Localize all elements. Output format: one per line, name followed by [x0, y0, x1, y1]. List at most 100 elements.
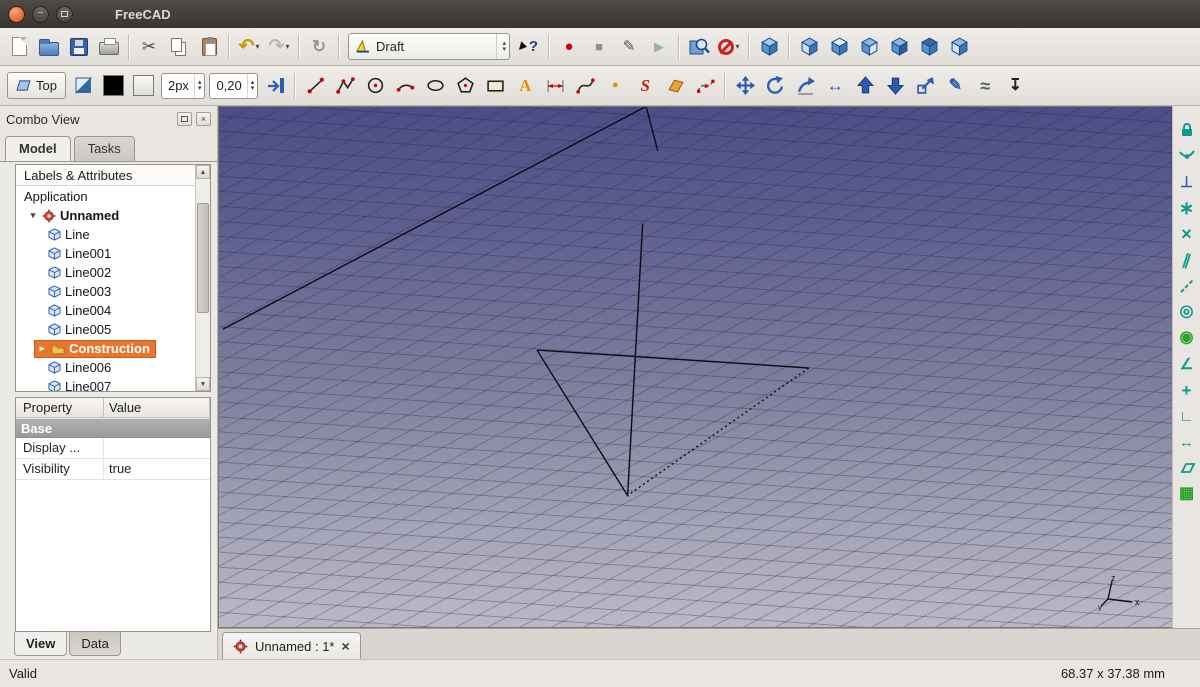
front-view-button[interactable] — [794, 32, 824, 62]
open-document-button[interactable] — [34, 32, 64, 62]
refresh-button[interactable]: ↻ — [304, 32, 334, 62]
snap-intersection-button[interactable]: × — [1175, 222, 1199, 246]
scroll-down-icon[interactable]: ▼ — [196, 377, 210, 391]
save-button[interactable] — [64, 32, 94, 62]
draft-move-button[interactable] — [730, 71, 760, 101]
tree-item-line003[interactable]: Line003 — [16, 282, 210, 301]
minimize-window-button[interactable]: − — [32, 5, 49, 23]
line-color-swatch[interactable] — [99, 71, 129, 101]
tab-tasks[interactable]: Tasks — [73, 136, 135, 161]
draft-wire-to-bspline-button[interactable]: ≈ — [970, 71, 1000, 101]
undo-button[interactable]: ↶ ▾ — [234, 32, 264, 62]
draft-bezier-button[interactable] — [690, 71, 720, 101]
snap-perpendicular-button[interactable]: ⊥ — [1175, 170, 1199, 194]
print-button[interactable] — [94, 32, 124, 62]
draft-text-button[interactable]: A — [510, 71, 540, 101]
draft-downgrade-button[interactable] — [880, 71, 910, 101]
chevron-down-icon[interactable]: ▾ — [285, 42, 289, 51]
spinner-arrows[interactable]: ▴ ▾ — [246, 73, 258, 98]
chevron-down-icon[interactable]: ▾ — [255, 42, 259, 51]
apply-style-button[interactable] — [260, 71, 290, 101]
draft-add-point-button[interactable]: ↧ — [1000, 71, 1030, 101]
rear-view-button[interactable] — [884, 32, 914, 62]
macro-play-button[interactable]: ▶ — [644, 32, 674, 62]
maximize-window-button[interactable] — [56, 5, 73, 23]
tree-item-line005[interactable]: Line005 — [16, 320, 210, 339]
draw-style-button[interactable]: ▾ — [714, 32, 744, 62]
draft-scale-button[interactable] — [910, 71, 940, 101]
tree-item-line002[interactable]: Line002 — [16, 263, 210, 282]
draft-edit-button[interactable]: ✎ — [940, 71, 970, 101]
text-scale-spinner[interactable]: 0,20 ▴ ▾ — [209, 72, 259, 99]
close-window-button[interactable] — [8, 5, 25, 23]
right-view-button[interactable] — [854, 32, 884, 62]
face-color-swatch[interactable] — [129, 71, 159, 101]
working-plane-button[interactable]: Top — [7, 72, 66, 99]
draft-dimension-button[interactable] — [540, 71, 570, 101]
axonometric-view-button[interactable] — [754, 32, 784, 62]
combo-spin-icons[interactable]: ▴ ▾ — [496, 34, 506, 59]
tree-item-application[interactable]: Application — [16, 187, 210, 206]
draft-bspline-button[interactable] — [570, 71, 600, 101]
paste-button[interactable] — [194, 32, 224, 62]
draft-arc-button[interactable] — [390, 71, 420, 101]
cut-button[interactable]: ✂ — [134, 32, 164, 62]
snap-parallel-button[interactable]: ∥ — [1175, 248, 1199, 272]
draft-polygon-button[interactable] — [450, 71, 480, 101]
property-row-display[interactable]: Display ... — [16, 438, 210, 459]
snap-ortho-button[interactable]: ∟ — [1175, 404, 1199, 428]
tree-item-line007[interactable]: Line007 — [16, 377, 210, 391]
float-panel-button[interactable] — [177, 112, 192, 126]
bottom-view-button[interactable] — [914, 32, 944, 62]
property-row-visibility[interactable]: Visibility true — [16, 459, 210, 480]
fit-all-button[interactable] — [684, 32, 714, 62]
draft-shapestring-button[interactable]: S — [630, 71, 660, 101]
workbench-selector[interactable]: Draft ▴ ▾ — [348, 33, 510, 60]
macro-stop-button[interactable]: ■ — [584, 32, 614, 62]
left-view-button[interactable] — [944, 32, 974, 62]
property-group-base[interactable]: Base — [16, 419, 210, 438]
copy-button[interactable] — [164, 32, 194, 62]
tree-item-line[interactable]: Line — [16, 225, 210, 244]
draft-offset-button[interactable] — [790, 71, 820, 101]
snap-near-button[interactable]: + — [1175, 378, 1199, 402]
draft-upgrade-button[interactable] — [850, 71, 880, 101]
draft-rotate-button[interactable] — [760, 71, 790, 101]
draft-circle-button[interactable] — [360, 71, 390, 101]
scroll-up-icon[interactable]: ▲ — [196, 165, 210, 179]
draft-point-button[interactable]: ● — [600, 71, 630, 101]
draft-rectangle-button[interactable] — [480, 71, 510, 101]
line-width-spinner[interactable]: 2px ▴ ▾ — [160, 72, 206, 99]
redo-button[interactable]: ↷ ▾ — [264, 32, 294, 62]
macro-record-button[interactable]: ● — [554, 32, 584, 62]
expander-open-icon[interactable]: ▾ — [28, 210, 38, 221]
snap-lock-button[interactable] — [1175, 118, 1199, 142]
draft-line-button[interactable] — [300, 71, 330, 101]
scrollbar-thumb[interactable] — [197, 203, 209, 313]
tree-item-line004[interactable]: Line004 — [16, 301, 210, 320]
scrollbar-track[interactable] — [196, 179, 210, 377]
draft-ellipse-button[interactable] — [420, 71, 450, 101]
macro-edit-button[interactable]: ✎ — [614, 32, 644, 62]
tree-scrollbar[interactable]: ▲ ▼ — [195, 165, 210, 391]
snap-midpoint-button[interactable] — [1175, 144, 1199, 168]
snap-angle-button[interactable]: ∠ — [1175, 352, 1199, 376]
snap-center-button[interactable]: ◎ — [1175, 300, 1199, 324]
spinner-arrows[interactable]: ▴ ▾ — [193, 73, 205, 98]
tree-item-line006[interactable]: Line006 — [16, 358, 210, 377]
chevron-down-icon[interactable]: ▾ — [735, 42, 739, 51]
tree-item-unnamed[interactable]: ▾ Unnamed — [16, 206, 210, 225]
snap-workingplane-button[interactable] — [1175, 456, 1199, 480]
snap-grid-button[interactable]: ∗ — [1175, 196, 1199, 220]
top-view-button[interactable] — [824, 32, 854, 62]
3d-viewport[interactable]: x z y — [218, 106, 1172, 628]
close-tab-icon[interactable]: × — [342, 638, 350, 654]
document-tab[interactable]: Unnamed : 1* × — [222, 632, 361, 659]
construction-mode-button[interactable] — [69, 71, 99, 101]
close-panel-button[interactable]: × — [196, 112, 211, 126]
draft-facebinder-button[interactable] — [660, 71, 690, 101]
tab-view[interactable]: View — [14, 632, 68, 656]
tree-item-line001[interactable]: Line001 — [16, 244, 210, 263]
snap-extension-button[interactable] — [1175, 274, 1199, 298]
whats-this-button[interactable]: ? — [514, 32, 544, 62]
